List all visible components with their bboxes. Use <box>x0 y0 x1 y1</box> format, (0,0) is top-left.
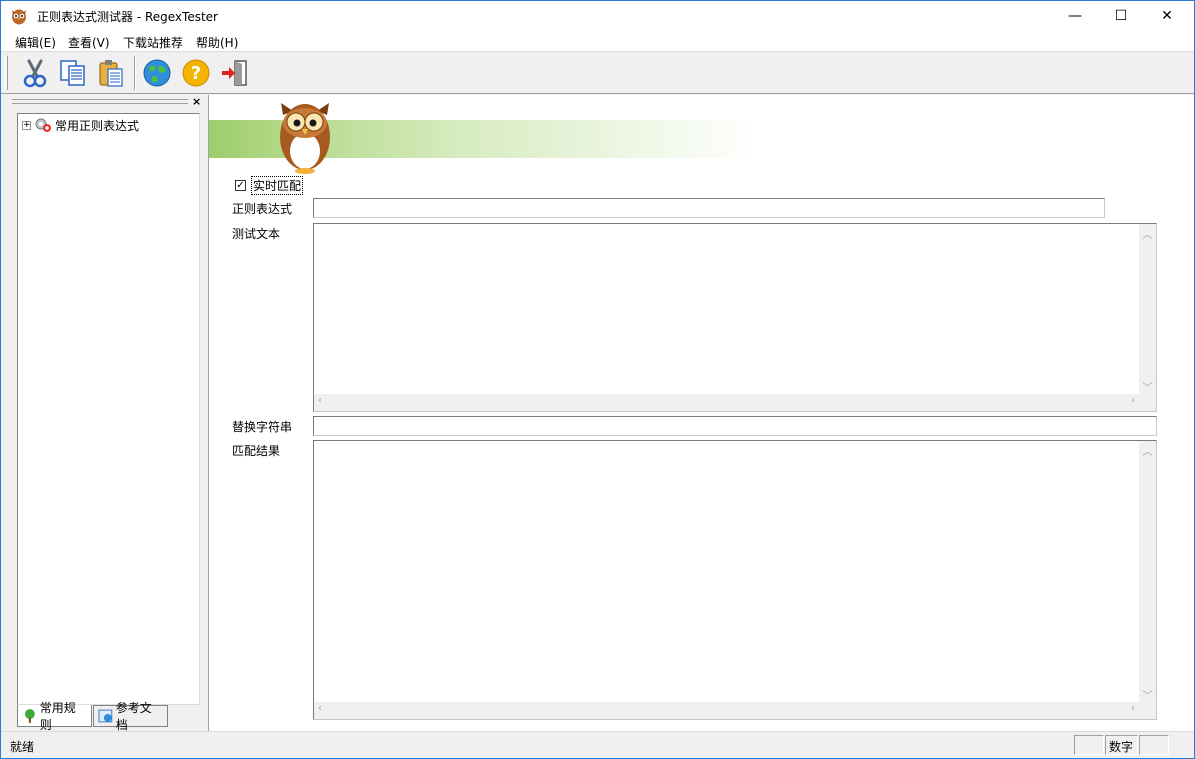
minimize-icon: — <box>1068 8 1082 24</box>
toolbar-separator <box>134 56 136 90</box>
realtime-match-label[interactable]: 实时匹配 <box>251 176 304 195</box>
window-title: 正则表达式测试器 - RegexTester <box>37 10 218 24</box>
panel-grip[interactable] <box>12 99 188 104</box>
status-bar: 就绪 数字 <box>1 731 1194 758</box>
status-pane-empty <box>1074 735 1104 755</box>
tab-reference-docs[interactable]: 参考文档 <box>93 701 168 732</box>
regex-input[interactable] <box>313 198 1105 218</box>
globe-icon <box>143 59 171 87</box>
test-text-label: 测试文本 <box>232 227 281 241</box>
svg-text:?: ? <box>191 63 201 84</box>
status-pane-empty <box>1139 735 1169 755</box>
scroll-down-icon[interactable]: ﹀ <box>1139 687 1156 702</box>
realtime-match-checkbox[interactable]: ✓ <box>235 180 246 191</box>
tree-expand-icon[interactable]: + <box>22 120 31 130</box>
result-hscroll[interactable]: ‹ › <box>314 702 1139 719</box>
menu-edit[interactable]: 编辑(E) <box>15 34 56 51</box>
scroll-right-icon[interactable]: › <box>1131 703 1135 714</box>
tab-label: 常用规则 <box>39 700 76 732</box>
menu-help[interactable]: 帮助(H) <box>196 34 238 51</box>
menu-download-sites[interactable]: 下载站推荐 <box>123 34 183 51</box>
owl-mascot-logo <box>280 103 330 174</box>
minimize-button[interactable]: — <box>1052 1 1098 31</box>
maximize-icon: ☐ <box>1114 8 1128 24</box>
scroll-down-icon[interactable]: ﹀ <box>1139 379 1156 394</box>
realtime-match-row[interactable]: ✓ 实时匹配 <box>235 176 304 195</box>
replace-input[interactable] <box>313 416 1157 436</box>
scissors-icon <box>23 59 47 88</box>
maximize-button[interactable]: ☐ <box>1098 1 1144 31</box>
scroll-left-icon[interactable]: ‹ <box>318 395 322 406</box>
scroll-right-icon[interactable]: › <box>1131 395 1135 406</box>
close-icon: ✕ <box>1161 8 1173 24</box>
scroll-corner <box>1139 702 1156 719</box>
result-vscroll[interactable]: ︿ ﹀ <box>1139 441 1156 702</box>
web-button[interactable] <box>140 56 174 90</box>
cut-button[interactable] <box>18 56 52 90</box>
replace-label: 替换字符串 <box>232 420 293 434</box>
toolbar-grip[interactable] <box>5 56 8 90</box>
copy-button[interactable] <box>56 56 90 90</box>
tree-node-label: 常用正则表达式 <box>55 118 140 133</box>
left-panel: × + 常用正则表达式 常用规则 参考文档 <box>8 95 206 732</box>
app-window: 正则表达式测试器 - RegexTester — ☐ ✕ 编辑(E) 查看(V)… <box>0 0 1195 759</box>
scroll-up-icon[interactable]: ︿ <box>1139 443 1156 458</box>
status-text: 就绪 <box>10 740 35 754</box>
status-num-lock: 数字 <box>1105 735 1138 755</box>
main-content: ✓ 实时匹配 正则表达式 测试文本 ︿ ﹀ ‹ › 替换字符串 匹配结果 ︿ ﹀ <box>208 95 1194 731</box>
scroll-corner <box>1139 394 1156 411</box>
exit-button[interactable] <box>218 56 252 90</box>
regex-label: 正则表达式 <box>232 202 293 216</box>
title-bar[interactable]: 正则表达式测试器 - RegexTester — ☐ ✕ <box>1 1 1194 31</box>
tree-node-common-regex[interactable]: + 常用正则表达式 <box>22 117 139 133</box>
paste-button[interactable] <box>94 56 128 90</box>
owl-app-icon <box>12 9 26 25</box>
test-text-area[interactable]: ︿ ﹀ ‹ › <box>313 223 1157 412</box>
paste-icon <box>99 60 123 87</box>
test-text-hscroll[interactable]: ‹ › <box>314 394 1139 411</box>
tab-label: 参考文档 <box>115 701 152 732</box>
document-web-icon <box>98 709 113 723</box>
tree-icon <box>24 708 35 723</box>
help-icon: ? <box>182 59 210 87</box>
copy-icon <box>60 60 85 86</box>
toolbar: ? <box>1 51 1194 94</box>
menu-view[interactable]: 查看(V) <box>68 34 110 51</box>
test-text-vscroll[interactable]: ︿ ﹀ <box>1139 224 1156 394</box>
close-button[interactable]: ✕ <box>1144 1 1190 31</box>
panel-close-icon[interactable]: × <box>192 95 201 108</box>
scroll-left-icon[interactable]: ‹ <box>318 703 322 714</box>
menu-bar: 编辑(E) 查看(V) 下载站推荐 帮助(H) <box>1 31 1194 51</box>
result-label: 匹配结果 <box>232 444 281 458</box>
tab-common-rules[interactable]: 常用规则 <box>17 701 92 732</box>
result-area[interactable]: ︿ ﹀ ‹ › <box>313 440 1157 720</box>
regex-tree[interactable]: + 常用正则表达式 <box>17 113 200 705</box>
gears-folder-icon <box>35 118 51 132</box>
exit-door-icon <box>222 60 247 86</box>
scroll-up-icon[interactable]: ︿ <box>1139 226 1156 241</box>
help-button[interactable]: ? <box>179 56 213 90</box>
